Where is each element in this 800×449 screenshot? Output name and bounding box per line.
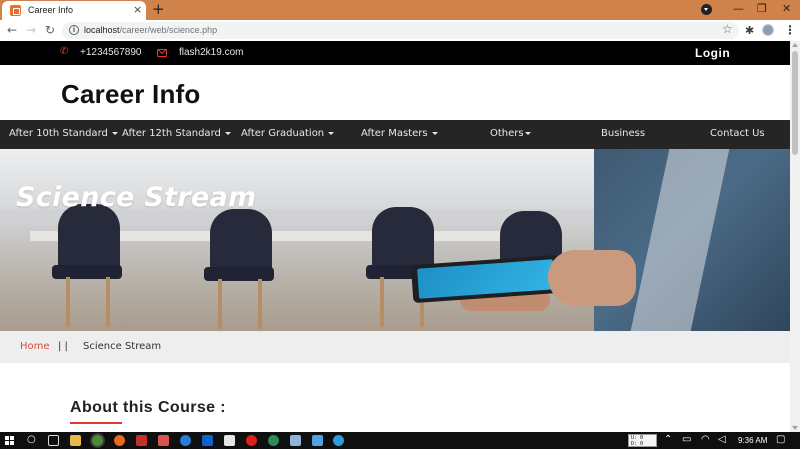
- url-text[interactable]: localhost/career/web/science.php: [84, 25, 217, 35]
- app-icon-green[interactable]: [268, 435, 279, 446]
- nav-label: After Masters: [361, 128, 428, 139]
- hero-chair-leg: [106, 277, 110, 327]
- extensions-puzzle-icon[interactable]: ✱: [745, 24, 754, 37]
- browser-tabstrip: Career Info × + — ❐ ✕: [0, 0, 800, 20]
- hero-chair-leg: [218, 279, 222, 329]
- browser-tab[interactable]: Career Info ×: [2, 1, 146, 20]
- firefox-icon[interactable]: [114, 435, 125, 446]
- url-path: /career/web/science.php: [119, 25, 218, 35]
- calculator-icon[interactable]: [224, 435, 235, 446]
- app-icon-gallery[interactable]: [290, 435, 301, 446]
- battery-icon[interactable]: ▭: [682, 434, 691, 445]
- net-download: D: 0: [631, 441, 644, 447]
- task-view-icon[interactable]: [48, 435, 59, 446]
- section-title-underline: [70, 422, 122, 424]
- hero-chair-leg: [258, 279, 262, 329]
- volume-icon[interactable]: ◁: [718, 434, 726, 445]
- hero-chair-leg: [380, 277, 384, 327]
- network-speed-widget: U: 0 D: 0: [628, 434, 657, 447]
- caret-down-icon: [431, 131, 438, 135]
- brave-icon[interactable]: [158, 435, 169, 446]
- hero-chair-seat: [204, 267, 274, 281]
- caret-down-icon: [224, 131, 231, 135]
- app-icon-blue[interactable]: [333, 435, 344, 446]
- file-explorer-icon[interactable]: [70, 435, 81, 446]
- phone-icon: ✆: [60, 46, 69, 57]
- nav-after-10th[interactable]: After 10th Standard: [9, 128, 118, 139]
- breadcrumb: Home | | Science Stream: [0, 331, 790, 363]
- scrollbar-thumb[interactable]: [792, 51, 798, 155]
- search-circle-icon[interactable]: ○: [27, 434, 36, 445]
- contact-topbar: ✆ +1234567890 flash2k19.com Login: [0, 41, 790, 65]
- back-arrow-icon[interactable]: ←: [7, 23, 17, 37]
- login-link[interactable]: Login: [695, 46, 730, 60]
- app-icon-cube[interactable]: [312, 435, 323, 446]
- url-host: localhost: [84, 25, 120, 35]
- nav-label: Contact Us: [710, 128, 765, 139]
- hero-banner: Science Stream: [0, 149, 790, 331]
- page-scrollbar[interactable]: [790, 41, 800, 432]
- scroll-up-arrow-icon[interactable]: [792, 43, 798, 47]
- breadcrumb-home-link[interactable]: Home: [20, 341, 50, 352]
- nav-others[interactable]: Others: [490, 128, 531, 139]
- nav-label: Others: [490, 128, 524, 139]
- windows-taskbar: ○ ⌃ ▭ ◠ ◁ 9:36 AM ▢: [0, 432, 800, 449]
- hero-chair-leg: [66, 277, 70, 327]
- notifications-icon[interactable]: ▢: [776, 434, 785, 445]
- windows-start-icon[interactable]: [5, 436, 15, 446]
- app-icon-red[interactable]: [136, 435, 147, 446]
- tab-title: Career Info: [28, 5, 74, 15]
- hero-hand-touching: [548, 250, 636, 306]
- browser-menu-icon[interactable]: ⋮: [784, 23, 796, 37]
- breadcrumb-separator: | |: [58, 341, 68, 352]
- phone-number: +1234567890: [80, 47, 142, 58]
- maximize-button[interactable]: ❐: [757, 2, 767, 16]
- reload-icon[interactable]: ↻: [45, 23, 55, 37]
- nav-after-graduation[interactable]: After Graduation: [241, 128, 335, 139]
- email-address: flash2k19.com: [179, 47, 244, 58]
- mail-icon: [157, 49, 167, 57]
- hero-chair-seat: [52, 265, 122, 279]
- chrome-icon[interactable]: [92, 435, 103, 446]
- caret-down-icon: [524, 131, 531, 135]
- profile-avatar[interactable]: [762, 24, 774, 36]
- nav-label: Business: [601, 128, 646, 139]
- site-favicon-icon: [10, 5, 21, 16]
- tray-chevron-up-icon[interactable]: ⌃: [664, 434, 672, 445]
- taskbar-clock[interactable]: 9:36 AM: [738, 436, 767, 445]
- site-info-icon[interactable]: i: [69, 25, 79, 35]
- scroll-down-arrow-icon[interactable]: [792, 426, 798, 430]
- nav-after-12th[interactable]: After 12th Standard: [122, 128, 231, 139]
- wifi-icon[interactable]: ◠: [701, 434, 710, 445]
- tab-close-icon[interactable]: ×: [133, 4, 142, 16]
- main-navigation: After 10th Standard After 12th Standard …: [0, 120, 790, 149]
- caret-down-icon: [111, 131, 118, 135]
- outlook-icon[interactable]: [202, 435, 213, 446]
- address-bar[interactable]: i localhost/career/web/science.php ☆: [62, 22, 739, 39]
- nav-business[interactable]: Business: [601, 128, 645, 139]
- nav-contact-us[interactable]: Contact Us: [710, 128, 765, 139]
- minimize-button[interactable]: —: [733, 2, 744, 16]
- hero-tablet-screen: [417, 259, 555, 299]
- hero-title: Science Stream: [16, 182, 257, 213]
- nav-label: After 12th Standard: [122, 128, 221, 139]
- forward-arrow-icon[interactable]: →: [26, 23, 36, 37]
- bookmark-star-icon[interactable]: ☆: [722, 22, 733, 36]
- close-window-button[interactable]: ✕: [782, 2, 791, 16]
- tab-search-icon[interactable]: [701, 4, 712, 15]
- caret-down-icon: [328, 131, 335, 135]
- nav-after-masters[interactable]: After Masters: [361, 128, 438, 139]
- nav-label: After Graduation: [241, 128, 325, 139]
- edge-icon[interactable]: [180, 435, 191, 446]
- section-title: About this Course :: [70, 399, 227, 416]
- opera-icon[interactable]: [246, 435, 257, 446]
- nav-label: After 10th Standard: [9, 128, 108, 139]
- site-logo-text[interactable]: Career Info: [61, 79, 200, 110]
- page-viewport: ✆ +1234567890 flash2k19.com Login Career…: [0, 41, 790, 432]
- brand-header: Career Info: [0, 65, 790, 120]
- breadcrumb-current: Science Stream: [83, 341, 162, 352]
- hero-chair: [58, 204, 120, 274]
- new-tab-button[interactable]: +: [152, 1, 165, 17]
